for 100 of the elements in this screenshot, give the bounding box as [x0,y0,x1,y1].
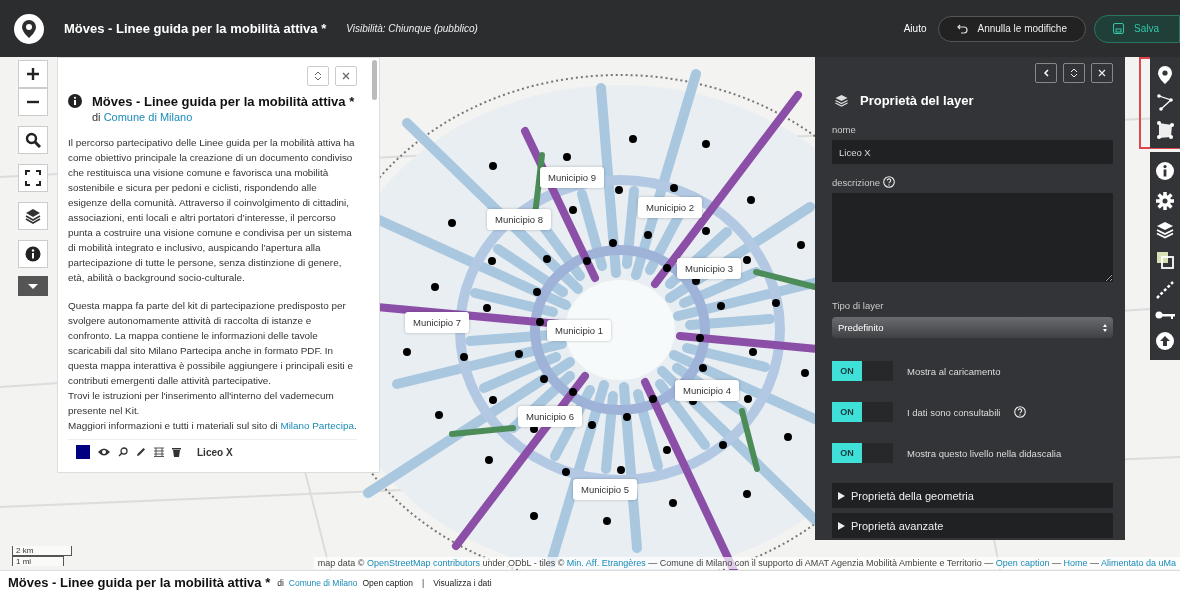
toggle-switch[interactable]: ON [832,361,893,381]
layer-name: Liceo X [197,446,233,458]
help-icon[interactable] [883,176,896,188]
select-arrows-icon [1103,323,1107,332]
help-link[interactable]: Aiuto [903,23,927,34]
toggle-switch[interactable]: ON [832,443,893,463]
info-icon [25,246,41,262]
attribution-link[interactable]: Home [1063,558,1088,568]
polyline-icon[interactable] [1157,93,1173,112]
attribution-link[interactable]: OpenStreetMap contributors [366,558,480,568]
visibility-text: Visibilità: Chiunque (pubblico) [346,23,478,34]
description-text: Trovi le istruzioni per l'inserimento all'interno del vademecum presente nel Kit. [68,389,335,418]
map-label: Municipio 6 [518,406,583,427]
attribution-text: map data © OpenStreetMap contributors under ODbL - tiles © Min. Aff. Etrangères — Comune di Milano con il supporto di AMAT Agenzia Mobilità Ambiente e Territorio — Open caption — Home — Alimentato da uMa [313,557,1180,569]
search-button[interactable] [18,126,48,154]
caption-title: Möves - Linee guida per la mobilità attiva * [8,575,271,590]
field-label: Tipo di layer [832,300,885,311]
toggle-label: Mostra al caricamento [907,365,1001,377]
zoom-in-icon [25,66,41,82]
section-header[interactable]: Proprietà avanzate [832,513,1113,538]
floppy-icon [1113,23,1124,34]
author-prefix: di [277,577,284,588]
map-label: Municipio 2 [638,197,703,218]
close-icon [1098,69,1106,77]
close-button[interactable] [1091,63,1113,83]
trash-icon[interactable] [172,447,181,457]
attribution-link[interactable]: Alimentato da uMa [1100,558,1176,568]
map-label: Municipio 4 [675,380,740,401]
caret-right-icon [838,521,845,530]
search-icon [25,132,41,148]
map-label: Municipio 5 [573,479,638,500]
separator: | [421,577,425,588]
scale-bar: 1 mi [12,556,64,566]
pencil-icon[interactable] [136,447,146,457]
attribution-link[interactable]: Open caption [995,558,1050,568]
table-icon[interactable] [154,447,164,457]
panel-title: Proprietà del layer [860,93,974,108]
logo-icon [14,13,44,44]
field-label: nome [832,124,857,135]
tiles-icon[interactable] [1156,250,1174,269]
view-data-link[interactable]: Visualizza i dati [433,577,492,588]
dotted-line-icon[interactable] [1156,280,1174,299]
info-button[interactable] [18,240,48,268]
settings-icon[interactable] [1156,191,1174,210]
toggle-label: Mostra questo livello nella didascalia [907,447,1062,459]
layers-icon[interactable] [1156,221,1174,240]
name-field[interactable]: Liceo X [832,140,1113,164]
map-title: Möves - Linee guida per la mobilità attiva * [64,21,327,36]
fullscreen-button[interactable] [18,164,48,192]
help-icon[interactable] [1014,406,1027,418]
scale-bar: 2 km [12,546,72,556]
layers-button[interactable] [18,202,48,230]
description-text: Maggiori informazioni e tutti i materiali sul sito di Milano Partecipa. [68,419,357,433]
back-button[interactable] [1035,63,1057,83]
panel-title: Möves - Linee guida per la mobilità attiva * [92,94,355,109]
toggle-label: I dati sono consultabili [907,406,1001,418]
caret-button[interactable] [18,276,48,296]
description-field[interactable] [832,193,1113,282]
author-prefix: di [92,111,101,123]
zoom-icon[interactable] [118,447,128,457]
scrollbar[interactable] [372,60,377,100]
back-icon [1043,69,1049,77]
author-link[interactable]: Comune di Milano [103,111,193,123]
map-label: Municipio 1 [547,320,612,341]
section-header[interactable]: Proprietà della geometria [832,483,1113,508]
field-label: descrizione [832,176,881,188]
key-icon[interactable] [1155,310,1175,321]
map-label: Municipio 7 [405,312,470,333]
map-label: Municipio 9 [540,167,605,188]
expand-icon [314,71,322,81]
close-button[interactable] [335,66,357,86]
description-text: Questa mappa fa parte del kit di partecipazione predisposto per svolgere autonomamente attività di raccolta di istanze e confronto. La mappa contiene le informazioni delle tavole scaricabili dal sito Milano Partecipa anche in formato PDF. In questa mappa interattiva è possibile aggiungere i principali esiti e contributi emergenti dalle attività partecipative. [68,299,354,388]
attribution-link[interactable]: Min. Aff. Etrangères [566,558,646,568]
layers-icon [835,94,848,107]
expand-button[interactable] [1063,63,1085,83]
layer-type-select[interactable]: Predefinito [832,317,1113,338]
author-link[interactable]: Comune di Milano [288,577,358,588]
map-label: Municipio 8 [487,209,552,230]
toggle-switch[interactable]: ON [832,402,893,422]
info-icon [68,94,82,108]
map-label: Municipio 3 [677,258,742,279]
zoom-in-button[interactable] [18,60,48,88]
expand-icon [1070,68,1078,78]
layers-icon [25,208,41,224]
caret-icon [27,282,39,290]
polygon-icon[interactable] [1156,121,1174,140]
zoom-out-button[interactable] [18,88,48,116]
milano-partecipa-link[interactable]: Milano Partecipa [280,420,354,431]
save-button[interactable]: Salva [1094,14,1180,43]
undo-icon [957,23,970,34]
upload-icon[interactable] [1156,332,1174,351]
info-icon[interactable] [1156,161,1174,180]
fullscreen-icon [25,170,41,186]
eye-icon[interactable] [98,448,110,456]
close-icon [342,72,350,80]
marker-icon[interactable] [1158,65,1172,84]
expand-button[interactable] [307,66,329,86]
description-text: Il percorso partecipativo delle Linee guida per la mobilità attiva ha come obiettivo principale la creazione di un documento condiviso che restituisca una visione comune e favorisca una mobilità sostenibile e sicura per pedoni e ciclisti, rispondendo alle esigenze della comunità. Attraverso il coinvolgimento di cittadini, associazioni, enti locali e altri portatori d’interesse, il percorso punta a costruire una visione comune e condivisa per un sistema di mobilità integrato e inclusivo, auspicando l’apertura alla partecipazione di tutte le persone, senza distinzione di genere, età, abilità o background socio-culturale. [68,136,356,285]
undo-button[interactable]: Annulla le modifiche [938,15,1086,42]
open-caption-link[interactable]: Open caption [362,577,413,588]
